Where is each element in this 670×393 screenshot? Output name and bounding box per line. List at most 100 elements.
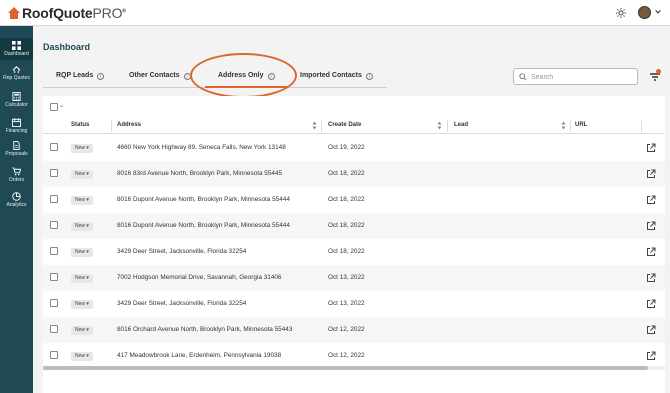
status-dropdown[interactable]: New ▾ [71, 170, 93, 179]
avatar[interactable] [638, 6, 651, 19]
column-header-url: URL [575, 122, 588, 128]
status-dropdown[interactable]: New ▾ [71, 196, 93, 205]
sidebar-item-dashboard[interactable]: Dashboard [0, 38, 33, 60]
column-header-status: Status [71, 122, 90, 128]
chevron-down-icon[interactable] [654, 8, 662, 16]
status-label: New [75, 353, 86, 359]
search-icon [519, 73, 527, 81]
sort-icon[interactable] [437, 121, 442, 130]
table-header: Status Address Create Date Lead URL [43, 118, 665, 134]
create-date-cell: Oct 12, 2022 [328, 352, 365, 359]
address-cell[interactable]: 8016 83rd Avenue North, Brooklyn Park, M… [117, 170, 282, 177]
sort-icon[interactable] [312, 121, 317, 130]
open-external-icon[interactable] [646, 299, 656, 309]
address-cell[interactable]: 3429 Deer Street, Jacksonville, Florida … [117, 248, 246, 255]
status-label: New [75, 327, 86, 333]
sidebar-item-rep-quotes[interactable]: Rep Quotes [0, 65, 33, 87]
tab-other-contacts[interactable]: Other Contacts i [129, 72, 191, 80]
table-row[interactable]: New ▾ 8016 Orchard Avenue North, Brooklyn… [43, 317, 665, 343]
open-external-icon[interactable] [646, 195, 656, 205]
create-date-cell: Oct 18, 2022 [328, 170, 365, 177]
status-label: New [75, 171, 86, 177]
tab-rqp-leads[interactable]: RQP Leads i [56, 72, 105, 80]
column-divider [321, 120, 322, 132]
sidebar-item-calculator[interactable]: Calculator [0, 92, 33, 114]
sort-icon[interactable] [561, 121, 566, 130]
create-date-cell: Oct 13, 2022 [328, 300, 365, 307]
row-checkbox[interactable] [50, 351, 58, 359]
open-external-icon[interactable] [646, 325, 656, 335]
column-divider [447, 120, 448, 132]
row-checkbox[interactable] [50, 195, 58, 203]
calculator-icon [12, 92, 21, 101]
sidebar-item-label: Proposals [5, 151, 28, 157]
table-row[interactable]: New ▾ 3429 Deer Street, Jacksonville, Flo… [43, 291, 665, 317]
table-row[interactable]: New ▾ 4660 New York Highway 89, Seneca Fa… [43, 135, 665, 161]
address-cell[interactable]: 3429 Deer Street, Jacksonville, Florida … [117, 300, 246, 307]
address-cell[interactable]: 8016 Dupont Avenue North, Brooklyn Park,… [117, 222, 290, 229]
column-header-address[interactable]: Address [117, 122, 141, 128]
create-date-cell: Oct 13, 2022 [328, 274, 365, 281]
brand-logo[interactable]: RoofQuotePRO® [8, 5, 126, 21]
table-row[interactable]: New ▾ 8016 Dupont Avenue North, Brooklyn … [43, 213, 665, 239]
house-logo-icon [8, 7, 20, 19]
row-checkbox[interactable] [50, 143, 58, 151]
status-dropdown[interactable]: New ▾ [71, 222, 93, 231]
scrollbar-thumb[interactable] [43, 366, 648, 370]
row-checkbox[interactable] [50, 221, 58, 229]
search-input[interactable] [531, 71, 631, 83]
column-header-create-date[interactable]: Create Date [328, 122, 361, 128]
table-row[interactable]: New ▾ 8016 Dupont Avenue North, Brooklyn … [43, 187, 665, 213]
bulk-actions-caret[interactable]: ⌄ [59, 102, 64, 109]
status-dropdown[interactable]: New ▾ [71, 300, 93, 309]
table-row[interactable]: New ▾ 8016 83rd Avenue North, Brooklyn Pa… [43, 161, 665, 187]
open-external-icon[interactable] [646, 221, 656, 231]
row-checkbox[interactable] [50, 299, 58, 307]
document-icon [13, 141, 20, 150]
sidebar-item-orders[interactable]: Orders [0, 167, 33, 189]
address-cell[interactable]: 7002 Hodgson Memorial Drive, Savannah, G… [117, 274, 281, 281]
info-icon: i [365, 73, 373, 80]
status-dropdown[interactable]: New ▾ [71, 144, 93, 153]
status-dropdown[interactable]: New ▾ [71, 352, 93, 361]
row-checkbox[interactable] [50, 273, 58, 281]
row-checkbox[interactable] [50, 169, 58, 177]
sidebar-item-label: Calculator [5, 102, 28, 108]
table-row[interactable]: New ▾ 3429 Deer Street, Jacksonville, Flo… [43, 239, 665, 265]
sidebar-item-analytics[interactable]: Analytics [0, 192, 33, 214]
tab-label: Other Contacts [129, 72, 180, 79]
row-checkbox[interactable] [50, 325, 58, 333]
calendar-icon [12, 118, 21, 127]
address-cell[interactable]: 8016 Orchard Avenue North, Brooklyn Park… [117, 326, 292, 333]
gear-icon[interactable] [615, 7, 627, 19]
search-box[interactable] [513, 68, 638, 85]
open-external-icon[interactable] [646, 247, 656, 257]
tab-imported-contacts[interactable]: Imported Contacts i [300, 72, 373, 80]
sidebar-item-label: Analytics [6, 202, 27, 208]
create-date-cell: Oct 18, 2022 [328, 196, 365, 203]
cart-icon [12, 167, 21, 176]
status-dropdown[interactable]: New ▾ [71, 274, 93, 283]
open-external-icon[interactable] [646, 143, 656, 153]
address-cell[interactable]: 8016 Dupont Avenue North, Brooklyn Park,… [117, 196, 290, 203]
status-label: New [75, 275, 86, 281]
column-header-lead[interactable]: Lead [454, 122, 468, 128]
tab-label: Imported Contacts [300, 72, 362, 79]
status-dropdown[interactable]: New ▾ [71, 248, 93, 257]
open-external-icon[interactable] [646, 351, 656, 361]
sidebar-item-label: Orders [8, 177, 25, 183]
sidebar-item-financing[interactable]: Financing [0, 118, 33, 140]
address-cell[interactable]: 4660 New York Highway 89, Seneca Falls, … [117, 144, 286, 151]
column-divider [570, 120, 571, 132]
status-label: New [75, 145, 86, 151]
select-all-checkbox[interactable] [50, 103, 58, 111]
table-row[interactable]: New ▾ 7002 Hodgson Memorial Drive, Savann… [43, 265, 665, 291]
open-external-icon[interactable] [646, 169, 656, 179]
top-bar: RoofQuotePRO® [0, 0, 670, 26]
create-date-cell: Oct 18, 2022 [328, 248, 365, 255]
address-cell[interactable]: 417 Meadowbrook Lane, Erdenheim, Pennsyl… [117, 352, 281, 359]
sidebar-item-proposals[interactable]: Proposals [0, 141, 33, 163]
status-dropdown[interactable]: New ▾ [71, 326, 93, 335]
open-external-icon[interactable] [646, 273, 656, 283]
row-checkbox[interactable] [50, 247, 58, 255]
